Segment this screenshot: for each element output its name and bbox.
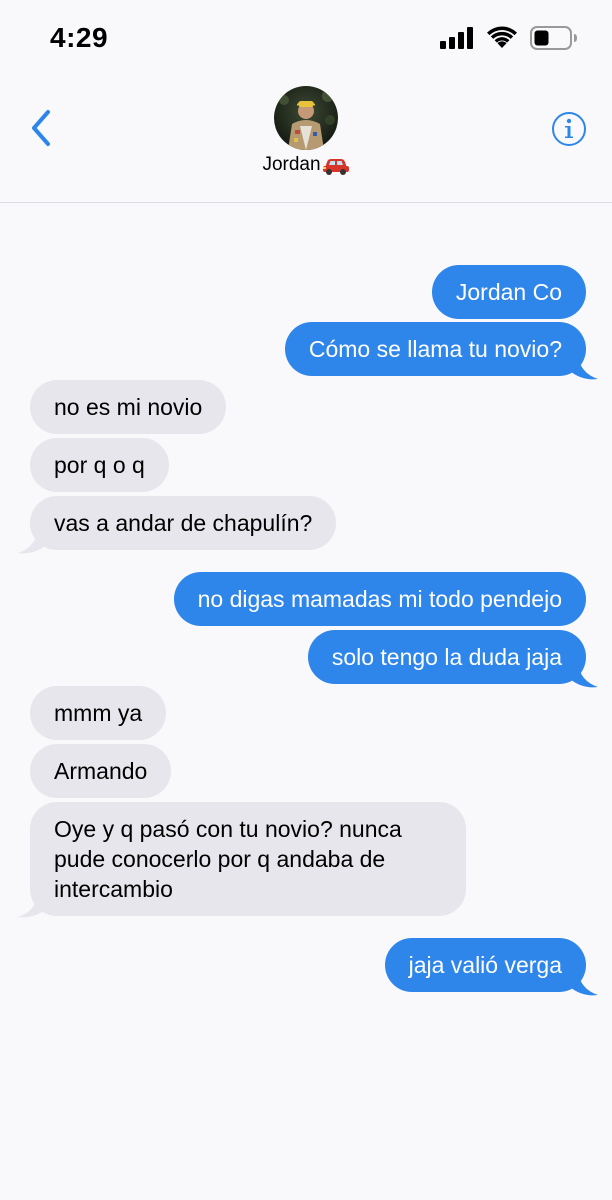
- bubble-tail: [18, 893, 46, 918]
- wifi-icon: [487, 26, 517, 48]
- message-bubble-incoming[interactable]: Armando: [30, 744, 172, 798]
- conversation-header: Jordan: [0, 80, 612, 203]
- contact-avatar[interactable]: [274, 86, 338, 150]
- status-bar: 4:29: [0, 0, 612, 80]
- message-text: solo tengo la duda jaja: [331, 644, 562, 670]
- message-text: mmm ya: [54, 700, 143, 726]
- message-text: por q o q: [54, 452, 145, 478]
- message-bubble-incoming[interactable]: no es mi novio: [30, 380, 227, 434]
- bubble-tail: [570, 971, 598, 996]
- message-text: no es mi novio: [54, 394, 203, 420]
- contact-name: Jordan: [262, 154, 321, 175]
- battery-icon: [530, 26, 577, 50]
- avatar-photo: [274, 86, 338, 150]
- message-bubble-incoming[interactable]: Oye y q pasó con tu novio? nunca pude co…: [30, 802, 466, 916]
- message-text: jaja valió verga: [408, 952, 562, 978]
- info-circle-icon[interactable]: [551, 111, 587, 147]
- chevron-left-icon[interactable]: [26, 108, 58, 148]
- contact-name-row[interactable]: Jordan: [0, 154, 612, 184]
- message-text: Oye y q pasó con tu novio? nunca pude co…: [54, 816, 402, 902]
- bubble-tail: [18, 529, 46, 554]
- message-bubble-incoming[interactable]: mmm ya: [30, 686, 167, 740]
- message-thread[interactable]: Jordan Co Cómo se llama tu novio? no es …: [0, 203, 612, 1200]
- message-bubble-outgoing[interactable]: jaja valió verga: [384, 938, 586, 992]
- message-text: Jordan Co: [455, 279, 562, 305]
- message-text: Cómo se llama tu novio?: [308, 336, 562, 362]
- bubble-tail: [570, 663, 598, 688]
- cellular-signal-icon: [440, 27, 473, 49]
- status-time: 4:29: [50, 22, 109, 53]
- message-text: vas a andar de chapulín?: [54, 510, 313, 536]
- red-car-icon: [322, 159, 349, 175]
- message-bubble-incoming[interactable]: por q o q: [30, 438, 169, 492]
- message-text: no digas mamadas mi todo pendejo: [197, 586, 562, 612]
- bubble-tail: [570, 355, 598, 380]
- message-bubble-incoming[interactable]: vas a andar de chapulín?: [30, 496, 337, 550]
- message-bubble-outgoing[interactable]: Jordan Co: [431, 265, 586, 319]
- message-bubble-outgoing[interactable]: solo tengo la duda jaja: [307, 630, 586, 684]
- message-text: Armando: [54, 758, 148, 784]
- message-bubble-outgoing[interactable]: Cómo se llama tu novio?: [284, 322, 586, 376]
- message-bubble-outgoing[interactable]: no digas mamadas mi todo pendejo: [173, 572, 586, 626]
